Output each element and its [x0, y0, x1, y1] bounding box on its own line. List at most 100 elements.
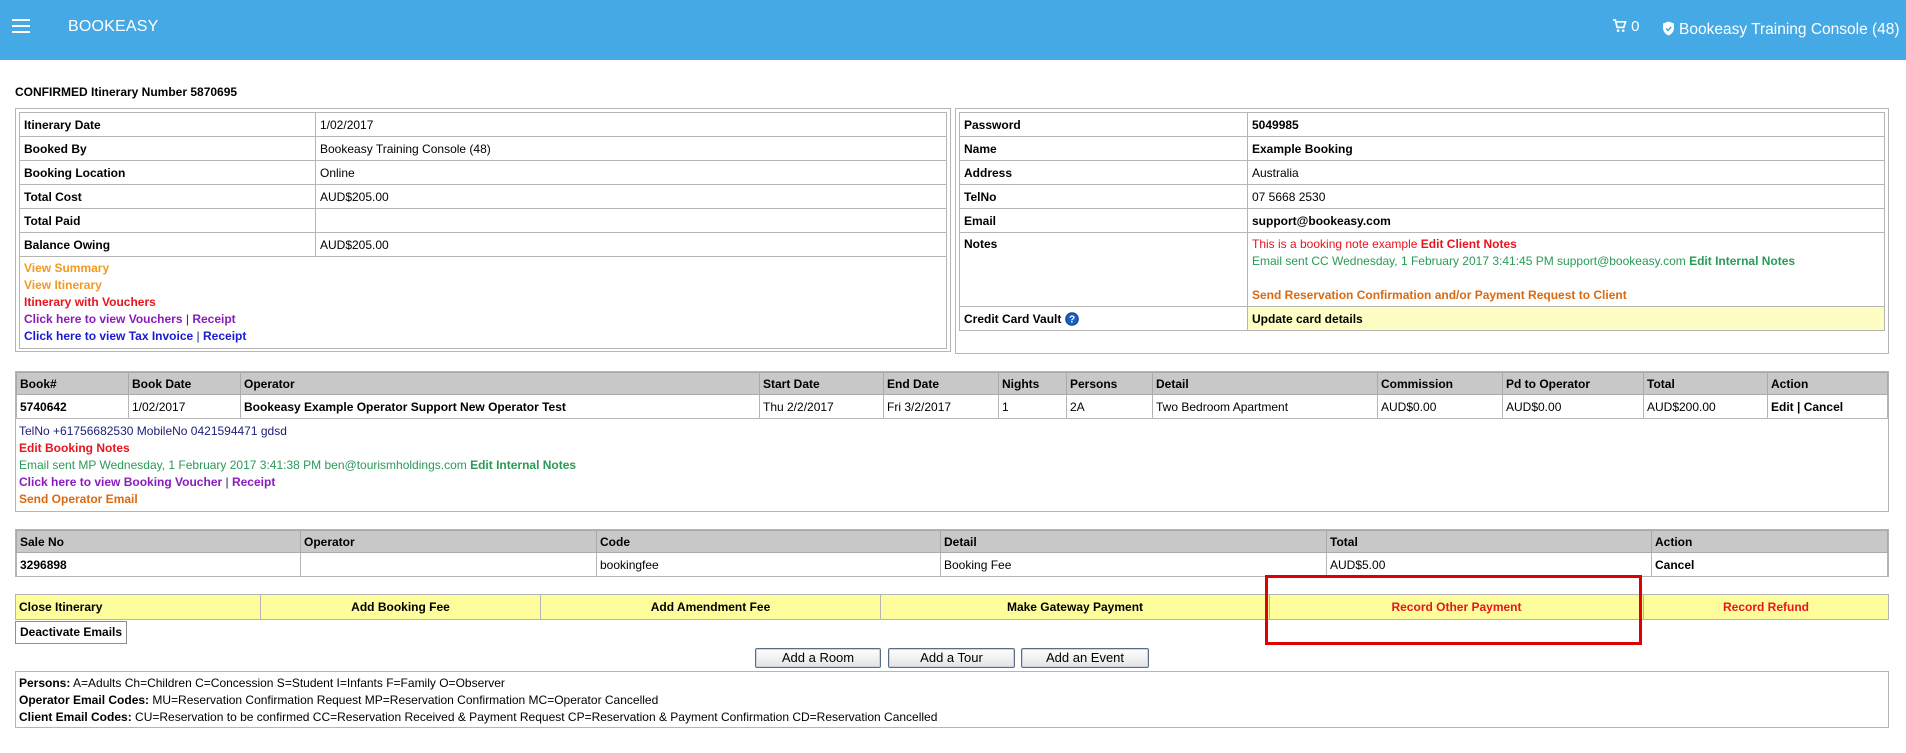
column-header: Action [1651, 530, 1888, 553]
book-date: 1/02/2017 [128, 394, 241, 419]
telno-label: TelNo [959, 184, 1248, 209]
brand-logo[interactable]: BOOKEASY [68, 18, 159, 36]
table-row: 3296898 bookingfee Booking Fee AUD$5.00 … [16, 552, 1888, 577]
password-value: 5049985 [1247, 112, 1885, 137]
column-header: Operator [300, 530, 597, 553]
close-itinerary-button[interactable]: Close Itinerary [16, 595, 261, 619]
codes-legend: Persons: A=Adults Ch=Children C=Concessi… [15, 671, 1889, 728]
itinerary-summary-panel: Itinerary Date 1/02/2017 Booked By Bookeas… [15, 108, 951, 352]
cart-icon [1612, 19, 1627, 32]
add-event-button[interactable]: Add an Event [1021, 648, 1149, 668]
account-label: Bookeasy Training Console (48) [1679, 21, 1900, 38]
sale-operator [300, 552, 597, 577]
booking-voucher-receipt-link[interactable]: Receipt [232, 475, 275, 489]
add-tour-button[interactable]: Add a Tour [888, 648, 1015, 668]
table-header-row: Sale No Operator Code Detail Total Actio… [16, 530, 1888, 553]
table-row: Password 5049985 [959, 112, 1885, 137]
column-header: Commission [1377, 372, 1503, 395]
cart-button[interactable]: 0 [1612, 18, 1640, 35]
itinerary-date-label: Itinerary Date [19, 112, 316, 137]
edit-internal-notes-link[interactable]: Edit Internal Notes [1689, 254, 1795, 268]
view-booking-voucher-link[interactable]: Click here to view Booking Voucher [19, 475, 222, 489]
view-summary-link[interactable]: View Summary [24, 261, 109, 275]
column-header: Sale No [16, 530, 301, 553]
column-header: Operator [240, 372, 760, 395]
link-separator: | [225, 475, 229, 489]
booked-by-label: Booked By [19, 136, 316, 161]
table-row: Email support@bookeasy.com [959, 208, 1885, 233]
booking-location-value: Online [315, 160, 947, 185]
booking-note-text: This is a booking note example [1252, 237, 1418, 251]
add-amendment-fee-button[interactable]: Add Amendment Fee [541, 595, 881, 619]
action-separator: | [1797, 399, 1801, 414]
paid-to-operator: AUD$0.00 [1502, 394, 1644, 419]
balance-owing-value: AUD$205.00 [315, 232, 947, 257]
booking-notes: TelNo +61756682530 MobileNo 0421594471 g… [16, 419, 1888, 512]
balance-owing-label: Balance Owing [19, 232, 316, 257]
add-room-button[interactable]: Add a Room [755, 648, 881, 668]
column-header: Total [1643, 372, 1768, 395]
email-value: support@bookeasy.com [1247, 208, 1885, 233]
booked-by-value: Bookeasy Training Console (48) [315, 136, 947, 161]
tax-invoice-receipt-link[interactable]: Receipt [203, 329, 246, 343]
sale-code: bookingfee [596, 552, 941, 577]
table-row: Balance Owing AUD$205.00 [19, 232, 947, 257]
table-row: Notes This is a booking note example Edi… [959, 232, 1885, 307]
itinerary-details-table: Itinerary Date 1/02/2017 Booked By Bookeas… [19, 112, 947, 257]
update-card-details-link[interactable]: Update card details [1247, 306, 1885, 331]
table-row: Booked By Bookeasy Training Console (48) [19, 136, 947, 161]
operator-name: Bookeasy Example Operator Support New Op… [240, 394, 760, 419]
booking-location-label: Booking Location [19, 160, 316, 185]
account-menu[interactable]: Bookeasy Training Console (48) [1662, 21, 1900, 39]
cancel-sale-link[interactable]: Cancel [1651, 552, 1888, 577]
sales-table: Sale No Operator Code Detail Total Actio… [16, 530, 1888, 577]
record-refund-button[interactable]: Record Refund [1644, 595, 1888, 619]
deactivate-emails-button[interactable]: Deactivate Emails [15, 621, 128, 644]
top-navbar: BOOKEASY 0 Bookeasy Training Console (48… [0, 0, 1906, 60]
notes-label: Notes [959, 232, 1248, 307]
table-row: TelNo 07 5668 2530 [959, 184, 1885, 209]
send-operator-email-link[interactable]: Send Operator Email [19, 492, 138, 506]
start-date: Thu 2/2/2017 [759, 394, 884, 419]
booking-total: AUD$200.00 [1643, 394, 1768, 419]
client-details-panel: Password 5049985 Name Example Booking Addr… [955, 108, 1889, 354]
commission: AUD$0.00 [1377, 394, 1503, 419]
table-row: Address Australia [959, 160, 1885, 185]
operator-codes-text: MU=Reservation Confirmation Request MP=R… [152, 693, 659, 707]
booking-email-sent-text: Email sent MP Wednesday, 1 February 2017… [19, 458, 467, 472]
edit-booking-notes-link[interactable]: Edit Booking Notes [19, 441, 130, 455]
book-number: 5740642 [16, 394, 129, 419]
booking-edit-internal-notes-link[interactable]: Edit Internal Notes [470, 458, 576, 472]
column-header: Book Date [128, 372, 241, 395]
view-itinerary-link[interactable]: View Itinerary [24, 278, 102, 292]
persons-legend-text: A=Adults Ch=Children C=Concession S=Stud… [73, 676, 505, 690]
table-row: Credit Card Vault ? Update card details [959, 306, 1885, 331]
send-confirmation-link[interactable]: Send Reservation Confirmation and/or Pay… [1252, 288, 1627, 302]
edit-booking-link[interactable]: Edit [1771, 400, 1794, 414]
column-header: Nights [998, 372, 1067, 395]
table-row: 5740642 1/02/2017 Bookeasy Example Opera… [16, 394, 1888, 419]
view-vouchers-link[interactable]: Click here to view Vouchers [24, 312, 183, 326]
client-codes-text: CU=Reservation to be confirmed CC=Reserv… [135, 710, 938, 724]
name-value: Example Booking [1247, 136, 1885, 161]
shield-icon [1663, 21, 1674, 36]
client-codes-label: Client Email Codes: [19, 710, 132, 724]
address-label: Address [959, 160, 1248, 185]
detail: Two Bedroom Apartment [1152, 394, 1378, 419]
help-icon[interactable]: ? [1064, 311, 1079, 326]
view-tax-invoice-link[interactable]: Click here to view Tax Invoice [24, 329, 193, 343]
cancel-booking-link[interactable]: Cancel [1804, 400, 1843, 414]
column-header: Book# [16, 372, 129, 395]
add-booking-fee-button[interactable]: Add Booking Fee [261, 595, 541, 619]
make-gateway-payment-button[interactable]: Make Gateway Payment [881, 595, 1270, 619]
name-label: Name [959, 136, 1248, 161]
total-paid-label: Total Paid [19, 208, 316, 233]
table-row: Name Example Booking [959, 136, 1885, 161]
itinerary-with-vouchers-link[interactable]: Itinerary with Vouchers [24, 295, 156, 309]
password-label: Password [959, 112, 1248, 137]
hamburger-menu-icon[interactable] [12, 19, 30, 33]
column-header: Detail [940, 530, 1327, 553]
operator-codes-label: Operator Email Codes: [19, 693, 150, 707]
vouchers-receipt-link[interactable]: Receipt [192, 312, 235, 326]
edit-client-notes-link[interactable]: Edit Client Notes [1421, 237, 1517, 251]
